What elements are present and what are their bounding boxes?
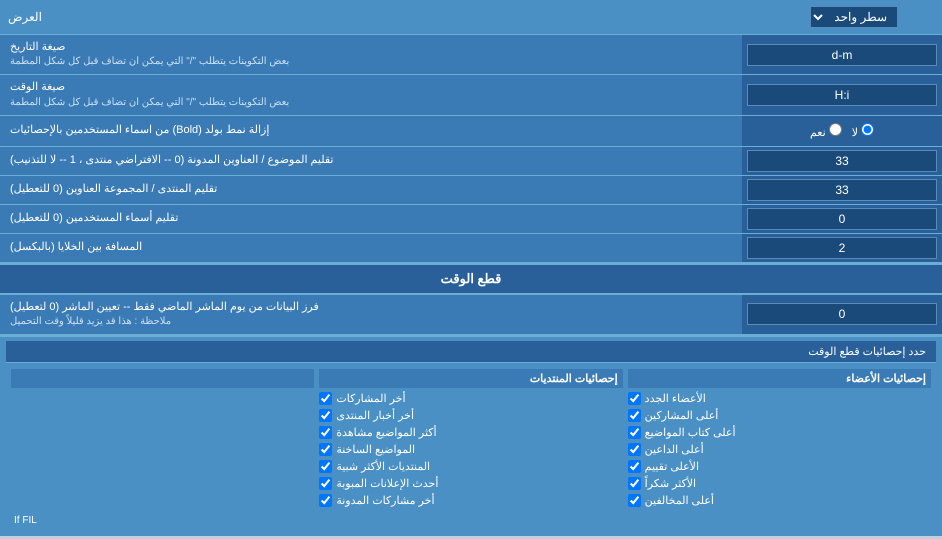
users-limit-row: تقليم أسماء المستخدمين (0 للتعطيل) xyxy=(0,205,942,234)
users-limit-input-container xyxy=(742,205,942,233)
stats-section: حدد إحصائيات قطع الوقت إحصائيات الأعضاء … xyxy=(0,335,942,536)
list-item: أعلى المخالفين xyxy=(628,492,931,509)
checkbox-recent-ads[interactable] xyxy=(319,477,332,490)
checkbox-most-viewed[interactable] xyxy=(319,426,332,439)
cell-spacing-label: المسافة بين الخلايا (بالبكسل) xyxy=(0,234,742,262)
list-item xyxy=(11,441,314,458)
forum-limit-input-container xyxy=(742,176,942,204)
stats-section-title: حدد إحصائيات قطع الوقت xyxy=(6,341,936,363)
list-item: أخر المشاركات xyxy=(319,390,622,407)
bold-yes-radio[interactable] xyxy=(829,123,842,136)
topics-limit-row: تقليم الموضوع / العناوين المدونة (0 -- ا… xyxy=(0,147,942,176)
list-item xyxy=(11,458,314,475)
checkbox-new-members[interactable] xyxy=(628,392,641,405)
bold-yes-label: نعم xyxy=(810,123,842,139)
list-item: أعلى الداعين xyxy=(628,441,931,458)
col1-header: إحصائيات الأعضاء xyxy=(628,369,931,388)
cell-spacing-row: المسافة بين الخلايا (بالبكسل) xyxy=(0,234,942,263)
bold-remove-input-container: لا نعم xyxy=(742,116,942,146)
checkbox-hot-topics[interactable] xyxy=(319,443,332,456)
users-limit-label: تقليم أسماء المستخدمين (0 للتعطيل) xyxy=(0,205,742,233)
cutoff-input-container xyxy=(742,295,942,334)
col3-header xyxy=(11,369,314,388)
display-dropdown[interactable]: سطر واحدسطر واحدسطرانثلاثة أسطر xyxy=(810,6,898,28)
list-item xyxy=(11,390,314,407)
bottom-text: If FIL xyxy=(6,511,936,530)
time-format-input-container xyxy=(742,75,942,114)
checkbox-most-thanked[interactable] xyxy=(628,477,641,490)
list-item xyxy=(11,424,314,441)
header-row: سطر واحدسطر واحدسطرانثلاثة أسطر العرض xyxy=(0,0,942,35)
topics-limit-input-container xyxy=(742,147,942,175)
checkbox-top-warned[interactable] xyxy=(628,494,641,507)
list-item xyxy=(11,407,314,424)
list-item: الأعلى تقييم xyxy=(628,458,931,475)
main-container: سطر واحدسطر واحدسطرانثلاثة أسطر العرض صي… xyxy=(0,0,942,536)
checkbox-top-rated[interactable] xyxy=(628,460,641,473)
list-item: أخر مشاركات المدونة xyxy=(319,492,622,509)
topics-limit-input[interactable] xyxy=(747,150,937,172)
cell-spacing-input[interactable] xyxy=(747,237,937,259)
list-item: المواضيع الساخنة xyxy=(319,441,622,458)
list-item: الأكثر شكراً xyxy=(628,475,931,492)
bold-no-radio[interactable] xyxy=(861,123,874,136)
header-label: العرض xyxy=(8,10,42,24)
list-item: أخر أخبار المنتدى xyxy=(319,407,622,424)
forum-limit-input[interactable] xyxy=(747,179,937,201)
cutoff-label: فرز البيانات من يوم الماشر الماضي فقط --… xyxy=(0,295,742,334)
forum-limit-label: تقليم المنتدى / المجموعة العناوين (0 للت… xyxy=(0,176,742,204)
list-item: أكثر المواضيع مشاهدة xyxy=(319,424,622,441)
list-item: المنتديات الأكثر شبية xyxy=(319,458,622,475)
date-format-row: صيغة التاريخ بعض التكوينات يتطلب "/" الت… xyxy=(0,35,942,75)
cutoff-section-header: قطع الوقت xyxy=(0,263,942,295)
time-format-label: صيغة الوقت بعض التكوينات يتطلب "/" التي … xyxy=(0,75,742,114)
time-format-row: صيغة الوقت بعض التكوينات يتطلب "/" التي … xyxy=(0,75,942,115)
list-item: أحدث الإعلانات المبوبة xyxy=(319,475,622,492)
checkbox-top-posters[interactable] xyxy=(628,409,641,422)
forum-limit-row: تقليم المنتدى / المجموعة العناوين (0 للت… xyxy=(0,176,942,205)
checkbox-latest-contributed[interactable] xyxy=(319,494,332,507)
checkbox-top-starters[interactable] xyxy=(628,443,641,456)
date-format-label: صيغة التاريخ بعض التكوينات يتطلب "/" الت… xyxy=(0,35,742,74)
cutoff-input[interactable] xyxy=(747,303,937,325)
bold-remove-label: إزالة نمط بولد (Bold) من اسماء المستخدمي… xyxy=(0,116,742,146)
bold-remove-row: لا نعم إزالة نمط بولد (Bold) من اسماء ال… xyxy=(0,116,942,147)
users-limit-input[interactable] xyxy=(747,208,937,230)
checkbox-latest-news[interactable] xyxy=(319,409,332,422)
list-item xyxy=(11,492,314,509)
list-item: أعلى المشاركين xyxy=(628,407,931,424)
checkbox-top-topic-writers[interactable] xyxy=(628,426,641,439)
list-item: الأعضاء الجدد xyxy=(628,390,931,407)
checkbox-latest-posts[interactable] xyxy=(319,392,332,405)
time-format-input[interactable] xyxy=(747,84,937,106)
stats-grid: إحصائيات الأعضاء إحصائيات المنتديات الأع… xyxy=(6,367,936,511)
checkbox-similar-forums[interactable] xyxy=(319,460,332,473)
list-item xyxy=(11,475,314,492)
date-format-input-container xyxy=(742,35,942,74)
cutoff-row: فرز البيانات من يوم الماشر الماضي فقط --… xyxy=(0,295,942,335)
date-format-input[interactable] xyxy=(747,44,937,66)
list-item: أعلى كتاب المواضيع xyxy=(628,424,931,441)
col2-header: إحصائيات المنتديات xyxy=(319,369,622,388)
cell-spacing-input-container xyxy=(742,234,942,262)
topics-limit-label: تقليم الموضوع / العناوين المدونة (0 -- ا… xyxy=(0,147,742,175)
bold-no-label: لا xyxy=(852,123,874,139)
